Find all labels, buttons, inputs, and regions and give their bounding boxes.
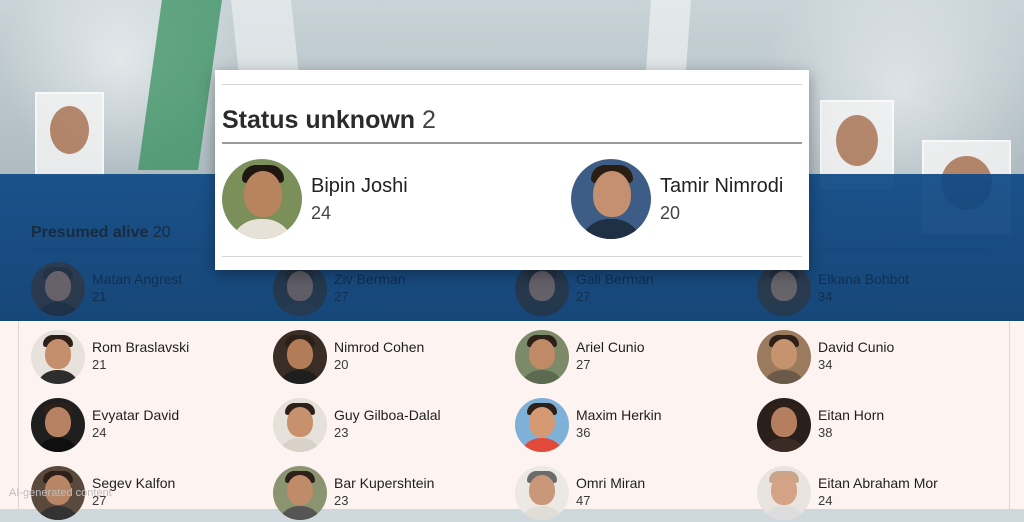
- person-name: Maxim Herkin: [576, 407, 662, 423]
- person-age: 24: [311, 203, 332, 223]
- avatar: [757, 398, 811, 452]
- avatar: [273, 466, 327, 520]
- person-age: 47: [576, 493, 591, 508]
- person-card[interactable]: Eitan Horn 38: [757, 398, 987, 454]
- person-card[interactable]: Elkana Bohbot 34: [757, 262, 987, 318]
- person-name: Ariel Cunio: [576, 339, 645, 355]
- person-age: 20: [660, 203, 681, 223]
- person-name: Rom Braslavski: [92, 339, 190, 355]
- person-age: 38: [818, 425, 833, 440]
- person-name: Guy Gilboa-Dalal: [334, 407, 441, 423]
- status-unknown-card: Status unknown 2 Bipin Joshi 24 Tamir Ni…: [215, 70, 809, 270]
- person-name: Bar Kupershtein: [334, 475, 435, 491]
- person-name: Eitan Horn: [818, 407, 885, 423]
- person-age: 24: [818, 493, 833, 508]
- avatar: [515, 466, 569, 520]
- section-count: 2: [422, 106, 436, 134]
- avatar: [273, 262, 327, 316]
- person-card[interactable]: Omri Miran 47: [515, 466, 745, 522]
- person-name: Nimrod Cohen: [334, 339, 425, 355]
- person-age: 20: [334, 357, 349, 372]
- section-title-status-unknown: Status unknown 2: [222, 106, 436, 135]
- person-age: 34: [818, 357, 833, 372]
- avatar: [757, 262, 811, 316]
- person-age: 21: [92, 289, 107, 304]
- person-age: 27: [334, 289, 349, 304]
- avatar: [31, 330, 85, 384]
- avatar: [757, 466, 811, 520]
- person-card[interactable]: Maxim Herkin 36: [515, 398, 745, 454]
- card-divider: [222, 142, 802, 144]
- poster-decoration: [35, 92, 104, 176]
- section-count: 20: [152, 224, 171, 241]
- person-age: 34: [818, 289, 833, 304]
- person-name: Matan Angrest: [92, 271, 183, 287]
- person-name: Omri Miran: [576, 475, 646, 491]
- avatar: [515, 398, 569, 452]
- avatar: [571, 159, 651, 239]
- avatar: [515, 262, 569, 316]
- person-age: 23: [334, 425, 349, 440]
- avatar: [515, 330, 569, 384]
- person-card[interactable]: Guy Gilboa-Dalal 23: [273, 398, 503, 454]
- person-name: Tamir Nimrodi: [660, 175, 784, 197]
- person-age: 27: [576, 289, 591, 304]
- avatar: [31, 398, 85, 452]
- person-name: Gali Berman: [576, 271, 654, 287]
- person-age: 36: [576, 425, 591, 440]
- section-title-text: Status unknown: [222, 106, 416, 134]
- avatar: [222, 159, 302, 239]
- person-card[interactable]: Eitan Abraham Mor 24: [757, 466, 987, 522]
- avatar: [757, 330, 811, 384]
- person-age: 23: [334, 493, 349, 508]
- person-card[interactable]: David Cunio 34: [757, 330, 987, 386]
- person-card[interactable]: Ziv Berman 27: [273, 262, 503, 318]
- ai-generated-watermark: AI-generated content: [9, 487, 112, 499]
- person-card[interactable]: Matan Angrest 21: [31, 262, 261, 318]
- person-name: Eitan Abraham Mor: [818, 475, 938, 491]
- person-card[interactable]: Gali Berman 27: [515, 262, 745, 318]
- card-bottom-divider: [222, 256, 802, 257]
- person-card[interactable]: Ariel Cunio 27: [515, 330, 745, 386]
- avatar: [31, 262, 85, 316]
- person-card[interactable]: Rom Braslavski 21: [31, 330, 261, 386]
- avatar: [273, 398, 327, 452]
- person-card[interactable]: Bipin Joshi 24: [222, 159, 492, 241]
- person-age: 24: [92, 425, 107, 440]
- flag-decoration: [138, 0, 222, 170]
- person-name: Elkana Bohbot: [818, 271, 910, 287]
- avatar: [273, 330, 327, 384]
- section-title-text: Presumed alive: [31, 224, 149, 241]
- person-name: Ziv Berman: [334, 271, 406, 287]
- card-top-divider: [222, 84, 802, 85]
- person-card[interactable]: Tamir Nimrodi 20: [571, 159, 841, 241]
- person-card[interactable]: Evyatar David 24: [31, 398, 261, 454]
- person-card[interactable]: Bar Kupershtein 23: [273, 466, 503, 522]
- section-title-presumed-alive: Presumed alive 20: [31, 224, 171, 242]
- person-card[interactable]: Nimrod Cohen 20: [273, 330, 503, 386]
- watermark-text: AI-generated content: [9, 487, 112, 499]
- person-name: Bipin Joshi: [311, 175, 408, 197]
- person-age: 21: [92, 357, 107, 372]
- person-age: 27: [576, 357, 591, 372]
- person-name: Evyatar David: [92, 407, 180, 423]
- person-name: David Cunio: [818, 339, 895, 355]
